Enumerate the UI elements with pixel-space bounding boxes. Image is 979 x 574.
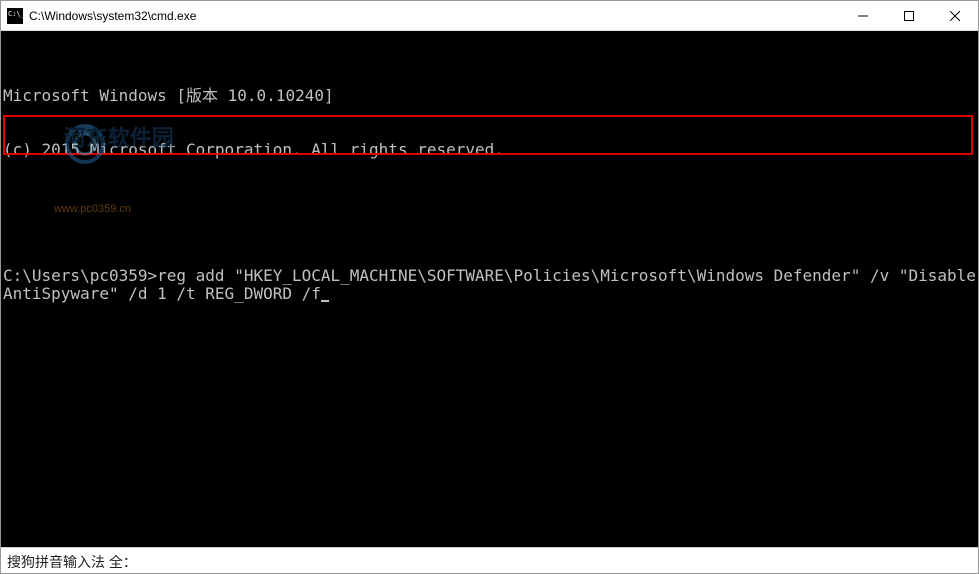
minimize-icon bbox=[858, 11, 868, 21]
close-icon bbox=[950, 11, 960, 21]
terminal-prompt-line: C:\Users\pc0359>reg add "HKEY_LOCAL_MACH… bbox=[3, 267, 978, 303]
close-button[interactable] bbox=[932, 1, 978, 30]
window-title: C:\Windows\system32\cmd.exe bbox=[29, 9, 840, 23]
ime-status-text: 搜狗拼音输入法 全： bbox=[7, 554, 137, 570]
window-titlebar: C:\Windows\system32\cmd.exe bbox=[1, 1, 978, 31]
window-controls bbox=[840, 1, 978, 30]
maximize-icon bbox=[904, 11, 914, 21]
minimize-button[interactable] bbox=[840, 1, 886, 30]
maximize-button[interactable] bbox=[886, 1, 932, 30]
terminal-output[interactable]: 河东软件园 www.pc0359.cn Microsoft Windows [版… bbox=[1, 31, 978, 547]
watermark-url: www.pc0359.cn bbox=[54, 200, 174, 218]
ime-status-bar: 搜狗拼音输入法 全： bbox=[1, 547, 978, 573]
cursor bbox=[321, 300, 329, 302]
terminal-line: (c) 2015 Microsoft Corporation. All righ… bbox=[3, 141, 978, 159]
terminal-command-text: C:\Users\pc0359>reg add "HKEY_LOCAL_MACH… bbox=[3, 266, 976, 303]
terminal-line: Microsoft Windows [版本 10.0.10240] bbox=[3, 87, 978, 105]
cmd-icon bbox=[7, 8, 23, 24]
